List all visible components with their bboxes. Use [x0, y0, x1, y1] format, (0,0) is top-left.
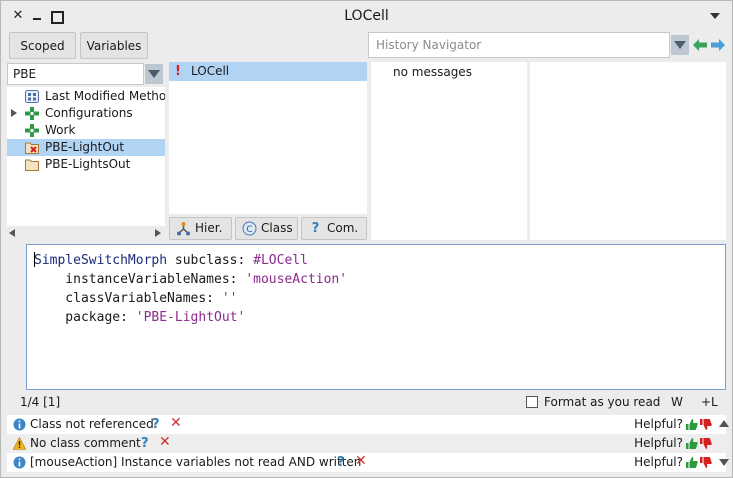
thumbs-down-icon[interactable] [699, 456, 712, 469]
critic-ban-icon[interactable]: ✕ [159, 433, 171, 452]
history-dropdown-icon[interactable] [671, 35, 689, 55]
critic-row[interactable]: No class comment ? ✕ Helpful? [7, 434, 726, 453]
critic-ban-icon[interactable]: ✕ [355, 452, 367, 471]
format-as-you-read-label[interactable]: Format as you read [544, 391, 660, 413]
package-filter-input[interactable]: PBE [7, 63, 144, 85]
class-side-toggle-label: Class [261, 221, 293, 235]
package-item-last-modified[interactable]: Last Modified Methods [7, 88, 165, 105]
package-folder-error-icon [25, 142, 39, 154]
package-item-label: PBE-LightsOut [45, 157, 131, 171]
method-list[interactable] [530, 62, 726, 240]
history-back-icon[interactable] [693, 39, 707, 51]
helpful-label: Helpful? [634, 455, 683, 469]
question-icon: ? [311, 221, 320, 236]
history-navigator-field[interactable]: History Navigator [368, 32, 670, 58]
class-item-label: LOCell [191, 64, 230, 78]
critic-ban-icon[interactable]: ✕ [170, 414, 182, 433]
code-line: instanceVariableNames: 'mouseAction' [34, 272, 348, 287]
thumbs-up-icon[interactable] [685, 437, 698, 450]
package-item-pbe-lightsout[interactable]: PBE-LightsOut [7, 156, 165, 173]
critic-row[interactable]: Class not referenced ? ✕ Helpful? [7, 415, 726, 434]
scroll-right-icon[interactable] [155, 229, 161, 237]
critic-text: Class not referenced [30, 417, 154, 431]
critics-list[interactable]: Class not referenced ? ✕ Helpful? No cla… [7, 415, 726, 472]
info-icon [13, 456, 26, 469]
package-item-pbe-lightout[interactable]: PBE-LightOut [7, 139, 165, 156]
code-line: SimpleSwitchMorph subclass: #LOCell [34, 252, 308, 268]
scroll-left-icon[interactable] [9, 229, 15, 237]
package-folder-icon [25, 159, 39, 171]
critic-help-icon[interactable]: ? [152, 415, 160, 434]
expand-arrow-icon[interactable] [11, 109, 17, 117]
error-flag-icon: ! [175, 64, 181, 79]
wrap-mode-button[interactable]: W [671, 391, 683, 413]
package-item-label: Work [45, 123, 76, 137]
scoped-button[interactable]: Scoped [9, 32, 76, 59]
package-item-configurations[interactable]: Configurations [7, 105, 165, 122]
package-item-label: Configurations [45, 106, 133, 120]
critic-row[interactable]: [mouseAction] Instance variables not rea… [7, 453, 726, 472]
variables-button[interactable]: Variables [80, 32, 148, 59]
info-icon [13, 418, 26, 431]
hierarchy-toggle-button[interactable]: Hier. [169, 217, 232, 240]
critic-text: No class comment [30, 436, 141, 450]
critic-text: [mouseAction] Instance variables not rea… [30, 455, 362, 469]
comment-toggle-button[interactable]: ? Com. [301, 217, 367, 240]
class-item-locell[interactable]: ! LOCell [169, 62, 367, 81]
warning-icon [13, 437, 26, 450]
line-numbers-button[interactable]: +L [701, 391, 718, 413]
package-item-work[interactable]: Work [7, 122, 165, 139]
hierarchy-icon [177, 222, 190, 236]
class-side-toggle-button[interactable]: C Class [235, 217, 298, 240]
thumbs-down-icon[interactable] [699, 418, 712, 431]
editor-status-bar: 1/4 [1] Format as you read W +L [7, 391, 726, 413]
package-item-label: PBE-LightOut [45, 140, 125, 154]
window-menu-icon[interactable] [710, 13, 720, 19]
class-icon: C [242, 221, 257, 236]
protocol-list[interactable]: no messages [371, 62, 527, 240]
format-as-you-read-checkbox[interactable] [526, 396, 538, 408]
window-title: LOCell [344, 8, 389, 24]
thumbs-down-icon[interactable] [699, 437, 712, 450]
title-bar[interactable]: ✕ LOCell [1, 1, 732, 31]
critics-scroll-down-icon[interactable] [719, 459, 729, 466]
package-list[interactable]: Last Modified Methods Configurations Wor… [7, 87, 165, 226]
svg-text:C: C [246, 225, 252, 235]
package-cross-icon [25, 107, 39, 120]
clock-grid-icon [25, 90, 39, 103]
package-filter-dropdown-icon[interactable] [145, 64, 163, 84]
protocol-item[interactable]: no messages [393, 65, 472, 79]
history-forward-icon[interactable] [711, 39, 725, 51]
helpful-label: Helpful? [634, 417, 683, 431]
class-list[interactable]: ! LOCell [169, 62, 367, 214]
cursor-position: 1/4 [1] [20, 395, 61, 409]
thumbs-up-icon[interactable] [685, 456, 698, 469]
package-horizontal-scrollbar[interactable] [7, 227, 165, 239]
critics-scroll-up-icon[interactable] [719, 420, 729, 427]
code-line: package: 'PBE-LightOut' [34, 310, 246, 325]
package-item-label: Last Modified Methods [45, 89, 165, 103]
hierarchy-toggle-label: Hier. [195, 221, 223, 235]
critic-help-icon[interactable]: ? [337, 453, 345, 472]
thumbs-up-icon[interactable] [685, 418, 698, 431]
browser-window: ✕ LOCell Scoped Variables History Naviga… [0, 0, 733, 478]
helpful-label: Helpful? [634, 436, 683, 450]
code-editor[interactable]: SimpleSwitchMorph subclass: #LOCell inst… [26, 244, 726, 390]
code-line: classVariableNames: '' [34, 291, 238, 306]
critic-help-icon[interactable]: ? [141, 434, 149, 453]
package-cross-icon [25, 124, 39, 137]
comment-toggle-label: Com. [327, 221, 359, 235]
